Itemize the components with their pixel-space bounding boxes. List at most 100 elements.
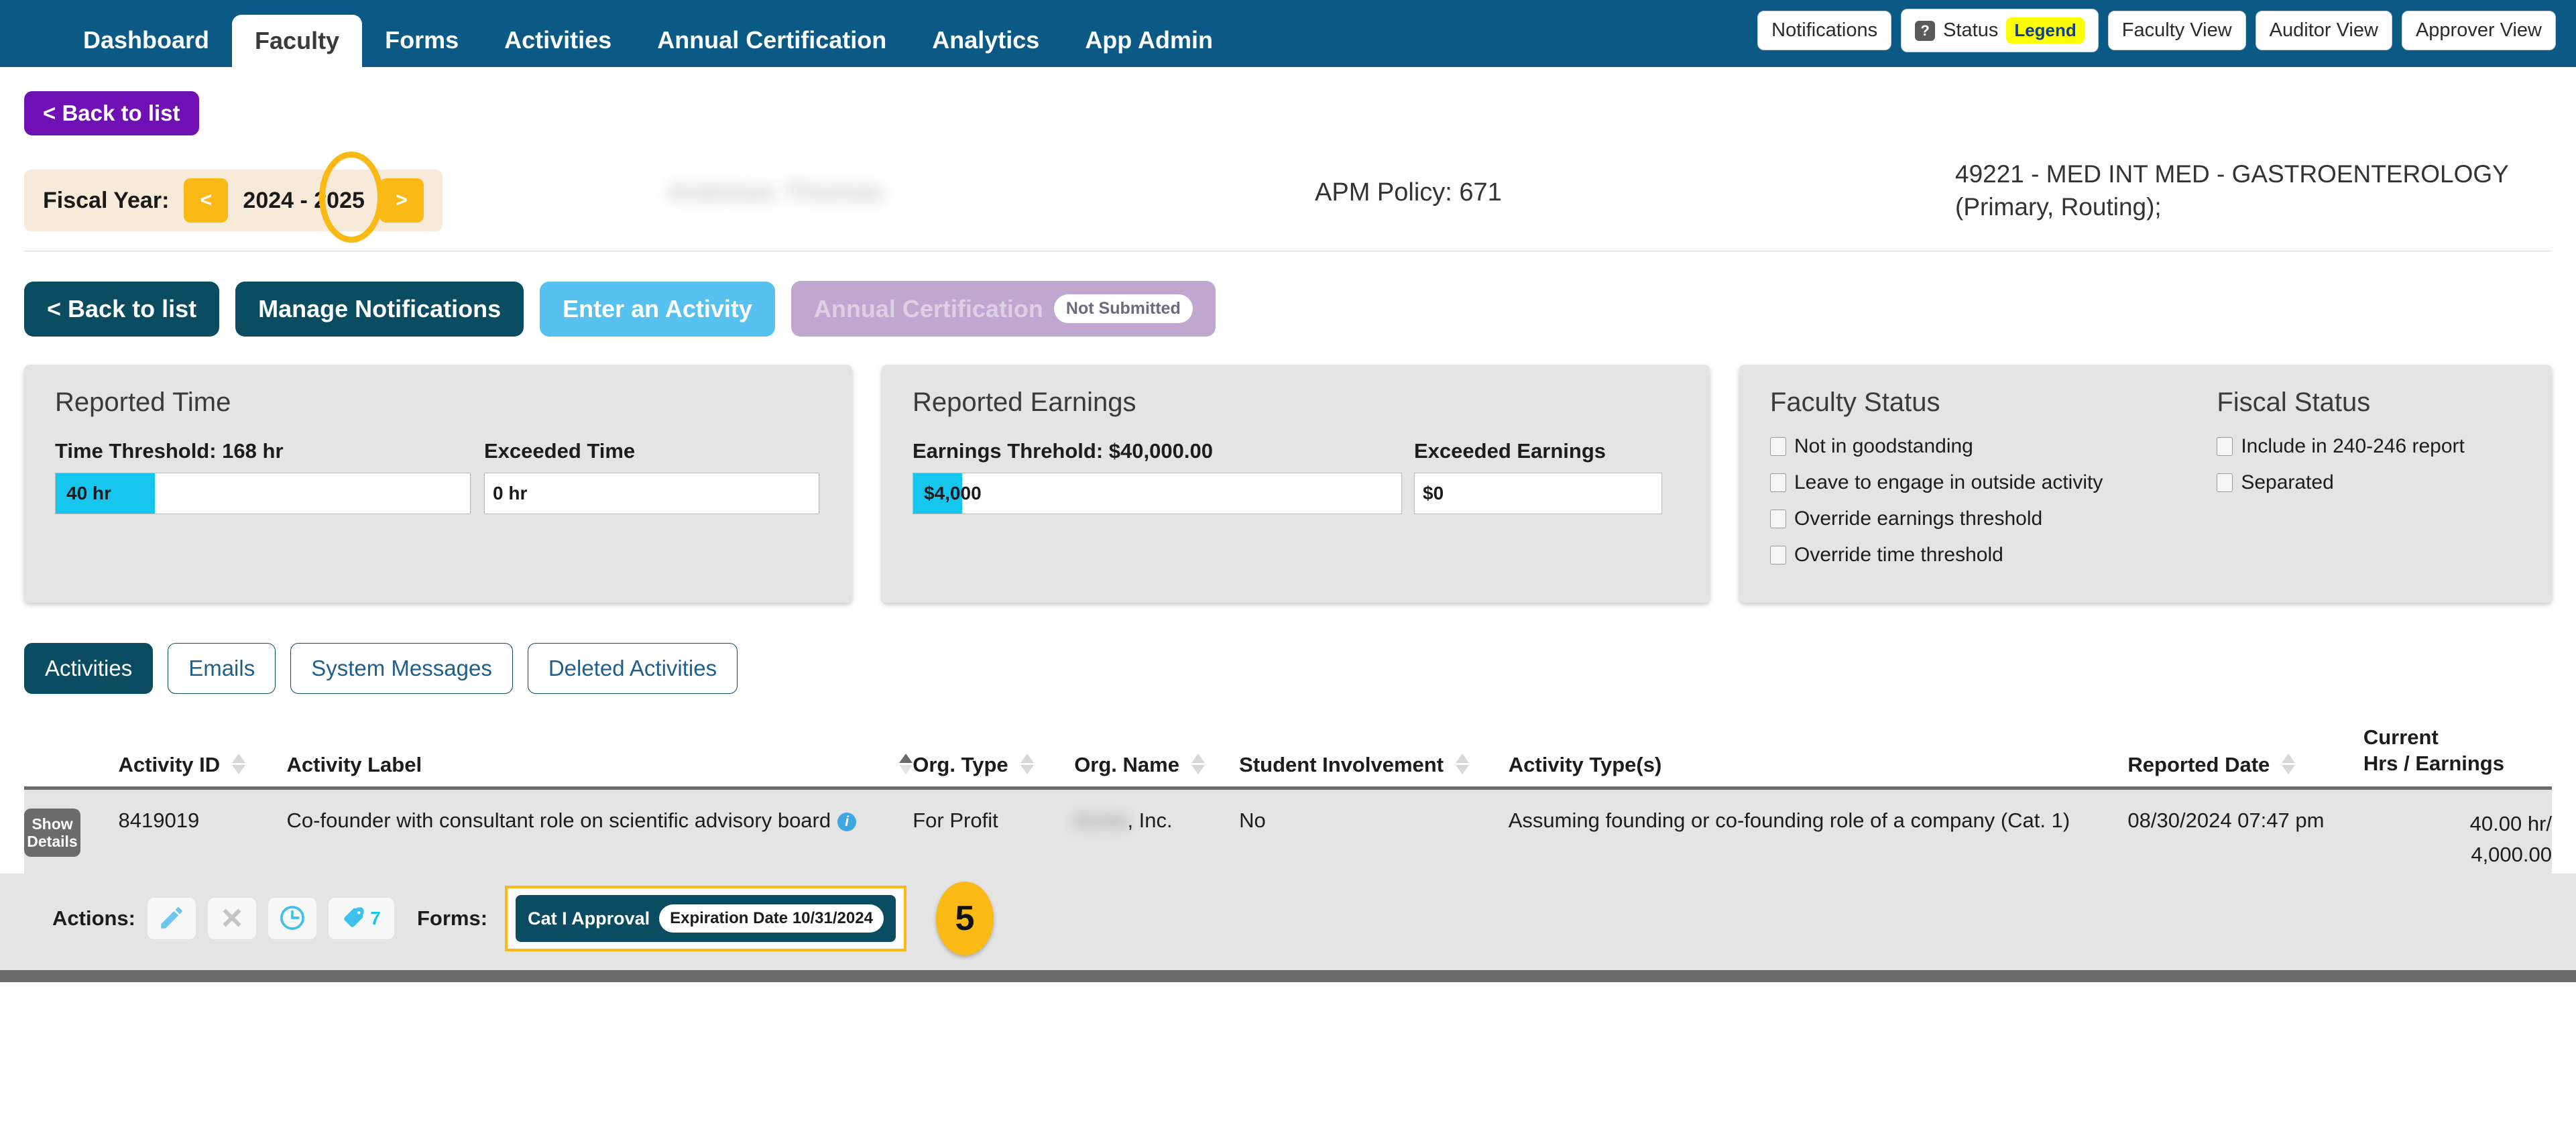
checkbox-include-in-240-246-report[interactable] xyxy=(2217,437,2233,456)
faculty-status-row-3[interactable]: Override time threshold xyxy=(1770,544,2103,567)
earnings-threshold-label: Earnings Threhold: $40,000.00 xyxy=(913,439,1213,463)
col-reported-date: Reported Date xyxy=(2127,725,2363,790)
annual-certification-button[interactable]: Annual Certification Not Submitted xyxy=(791,281,1216,337)
cell-activity-types: Assuming founding or co-founding role of… xyxy=(1508,788,2128,874)
auditor-view-label: Auditor View xyxy=(2269,19,2378,41)
forms-label: Forms: xyxy=(417,906,488,930)
fiscal-year-selector: Fiscal Year: < 2024 - 2025 > xyxy=(24,170,443,231)
sort-org-name-icon[interactable] xyxy=(1191,753,1205,774)
auditor-view-button[interactable]: Auditor View xyxy=(2255,11,2392,50)
faculty-status-row-1[interactable]: Leave to engage in outside activity xyxy=(1770,471,2103,494)
status-panel: Faculty Status Not in goodstanding Leave… xyxy=(1739,365,2552,603)
sort-activity-id-icon[interactable] xyxy=(232,753,246,774)
earnings-usage-bar: $4,000 xyxy=(913,473,1402,514)
reported-earnings-panel: Reported Earnings Earnings Threhold: $40… xyxy=(882,365,1710,603)
info-icon[interactable]: i xyxy=(837,812,857,831)
form-expiration-badge: Expiration Date 10/31/2024 xyxy=(659,904,884,933)
fiscal-year-value: 2024 - 2025 xyxy=(243,187,365,213)
top-navigation-bar: Dashboard Faculty Forms Activities Annua… xyxy=(0,0,2576,67)
notifications-button[interactable]: Notifications xyxy=(1757,11,1892,50)
sort-reported-date-icon[interactable] xyxy=(2282,753,2296,774)
col-activity-id: Activity ID xyxy=(118,725,287,790)
nav-secondary-items: Notifications ? Status Legend Faculty Vi… xyxy=(1757,9,2556,52)
status-label: Status xyxy=(1943,19,1999,41)
nav-item-annual-certification[interactable]: Annual Certification xyxy=(634,28,909,67)
reported-time-title: Reported Time xyxy=(55,388,231,417)
current-earnings-value: 4,000.00 xyxy=(2471,843,2552,866)
summary-panels: Reported Time Time Threshold: 168 hr 40 … xyxy=(24,365,2552,603)
col-org-name-label: Org. Name xyxy=(1074,752,1179,776)
cell-activity-label: Co-founder with consultant role on scien… xyxy=(286,788,913,874)
fiscal-year-prev-button[interactable]: < xyxy=(184,178,229,223)
sort-org-type-icon[interactable] xyxy=(1020,753,1034,774)
tab-activities[interactable]: Activities xyxy=(24,643,154,694)
cell-student-involvement: No xyxy=(1239,788,1509,874)
back-to-list-button-top[interactable]: < Back to list xyxy=(24,91,199,135)
fiscal-status-row-0[interactable]: Include in 240-246 report xyxy=(2217,435,2465,458)
col-activity-label: Activity Label xyxy=(286,725,913,790)
activities-table-head: Activity ID Activity Label Org. Type Org… xyxy=(24,725,2552,790)
legend-badge[interactable]: Legend xyxy=(2006,17,2085,44)
checkbox-leave-to-engage[interactable] xyxy=(1770,473,1786,492)
faculty-status-row-2[interactable]: Override earnings threshold xyxy=(1770,508,2103,530)
edit-activity-button[interactable] xyxy=(148,898,196,939)
status-legend-button[interactable]: ? Status Legend xyxy=(1901,9,2099,52)
col-current-hrs-earnings: Current Hrs / Earnings xyxy=(2363,725,2552,790)
nav-item-activities[interactable]: Activities xyxy=(481,28,634,67)
apm-policy-label: APM Policy: 671 xyxy=(1315,178,1502,206)
col-activity-label-label: Activity Label xyxy=(286,752,422,776)
faculty-status-row-0[interactable]: Not in goodstanding xyxy=(1770,435,2103,458)
checkbox-separated[interactable] xyxy=(2217,473,2233,492)
approver-view-label: Approver View xyxy=(2415,19,2542,41)
tab-deleted-activities[interactable]: Deleted Activities xyxy=(527,643,738,694)
nav-primary-items: Dashboard Faculty Forms Activities Annua… xyxy=(0,0,1236,67)
sort-student-involvement-icon[interactable] xyxy=(1456,753,1470,774)
tab-system-messages[interactable]: System Messages xyxy=(290,643,513,694)
faculty-view-button[interactable]: Faculty View xyxy=(2107,11,2246,50)
col-current-label: Current xyxy=(2363,725,2439,749)
checkbox-not-in-goodstanding[interactable] xyxy=(1770,437,1786,456)
time-threshold-label: Time Threshold: 168 hr xyxy=(55,439,284,463)
step-number-badge: 5 xyxy=(935,882,994,955)
exceeded-earnings-value: $0 xyxy=(1414,473,1662,514)
exceeded-time-label: Exceeded Time xyxy=(484,439,636,463)
time-usage-bar: 40 hr xyxy=(55,473,471,514)
faculty-name: Andrews Thomas xyxy=(668,178,884,206)
checkbox-override-time-threshold[interactable] xyxy=(1770,546,1786,564)
notifications-label: Notifications xyxy=(1771,19,1878,41)
checkbox-override-earnings-threshold[interactable] xyxy=(1770,510,1786,528)
clock-icon xyxy=(278,904,306,934)
sort-activity-label-icon[interactable] xyxy=(899,753,913,774)
form-name-label: Cat I Approval xyxy=(528,908,650,929)
nav-item-faculty[interactable]: Faculty xyxy=(232,15,363,67)
col-org-type-label: Org. Type xyxy=(913,752,1008,776)
fiscal-year-label: Fiscal Year: xyxy=(43,187,170,213)
row-actions-bar: Actions: 7 Forms: Cat I Approval Expirat… xyxy=(0,874,2576,970)
nav-item-analytics[interactable]: Analytics xyxy=(909,28,1062,67)
show-details-button[interactable]: Show Details xyxy=(24,808,80,857)
back-to-list-button[interactable]: < Back to list xyxy=(24,281,220,337)
cat-i-approval-form-button[interactable]: Cat I Approval Expiration Date 10/31/202… xyxy=(516,895,896,942)
manage-notifications-button[interactable]: Manage Notifications xyxy=(235,281,524,337)
tab-emails[interactable]: Emails xyxy=(168,643,276,694)
fiscal-status-label-0: Include in 240-246 report xyxy=(2241,435,2465,457)
nav-item-forms[interactable]: Forms xyxy=(362,28,481,67)
activity-tags-button[interactable]: 7 xyxy=(329,898,394,939)
col-student-involvement: Student Involvement xyxy=(1239,725,1509,790)
activity-history-button[interactable] xyxy=(268,898,316,939)
enter-an-activity-button[interactable]: Enter an Activity xyxy=(540,281,775,337)
x-icon xyxy=(219,904,245,933)
delete-activity-button[interactable] xyxy=(208,898,256,939)
cell-org-type: For Profit xyxy=(913,788,1075,874)
activities-table-body: Show Details 8419019 Co-founder with con… xyxy=(24,788,2552,874)
cell-show-details: Show Details xyxy=(24,788,119,874)
faculty-status-label-3: Override time threshold xyxy=(1794,544,2003,566)
approver-view-button[interactable]: Approver View xyxy=(2401,11,2556,50)
nav-item-app-admin[interactable]: App Admin xyxy=(1062,28,1236,67)
actions-label: Actions: xyxy=(52,906,135,930)
activity-label-text: Co-founder with consultant role on scien… xyxy=(286,808,831,832)
fiscal-year-next-button[interactable]: > xyxy=(379,178,424,223)
exceeded-time-value: 0 hr xyxy=(484,473,819,514)
nav-item-dashboard[interactable]: Dashboard xyxy=(60,28,232,67)
fiscal-status-row-1[interactable]: Separated xyxy=(2217,471,2465,494)
